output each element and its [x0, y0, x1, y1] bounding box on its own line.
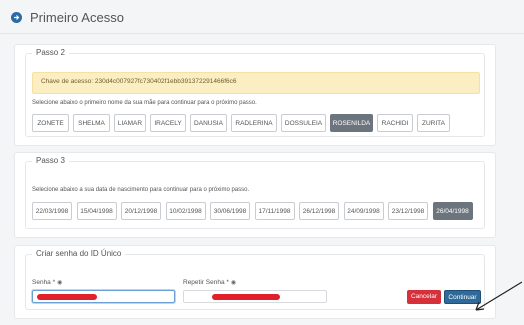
step2-legend: Passo 2: [32, 48, 69, 57]
repetir-senha-input[interactable]: [183, 290, 327, 303]
date-option[interactable]: 17/11/1998: [254, 202, 295, 220]
date-option[interactable]: 24/09/1998: [343, 202, 384, 220]
step2-fieldset: Passo 2 Chave de acesso: 230d4c007927fc7…: [25, 48, 485, 137]
senha-input[interactable]: [32, 290, 175, 303]
repetir-senha-label: Repetir Senha * ◉: [183, 279, 237, 286]
date-option[interactable]: 15/04/1998: [76, 202, 117, 220]
step2-hint: Selecione abaixo o primeiro nome da sua …: [32, 100, 257, 106]
step3-fieldset: Passo 3 Selecione abaixo a sua data de n…: [25, 156, 485, 229]
name-option[interactable]: RACHIDI: [377, 114, 413, 132]
date-option[interactable]: 23/12/1998: [388, 202, 428, 220]
arrow-right-circle-icon: [11, 12, 22, 23]
senha-label: Senha * ◉: [32, 279, 63, 286]
step3-hint: Selecione abaixo a sua data de nasciment…: [32, 187, 250, 193]
step2-panel: Passo 2 Chave de acesso: 230d4c007927fc7…: [14, 44, 496, 146]
access-key-text: Chave de acesso: 230d4c007927fc730402f1e…: [41, 78, 237, 85]
header-divider: [0, 33, 524, 34]
page-header: Primeiro Acesso: [0, 0, 524, 38]
page-title: Primeiro Acesso: [30, 10, 124, 25]
date-option[interactable]: 10/02/1998: [165, 202, 206, 220]
name-option[interactable]: DANUSIA: [190, 114, 227, 132]
password-panel: Criar senha do ID Único Senha * ◉ Repetir…: [14, 245, 496, 319]
step3-legend: Passo 3: [32, 156, 69, 165]
name-option[interactable]: SHELMA: [73, 114, 110, 132]
name-option[interactable]: ZURITA: [417, 114, 450, 132]
eye-icon[interactable]: ◉: [231, 280, 236, 286]
name-option[interactable]: RADLERINA: [231, 114, 277, 132]
access-key-alert: Chave de acesso: 230d4c007927fc730402f1e…: [32, 72, 480, 94]
password-fieldset: Criar senha do ID Único Senha * ◉ Repetir…: [25, 249, 485, 310]
name-option[interactable]: DOSSULEIA: [281, 114, 326, 132]
password-legend: Criar senha do ID Único: [32, 249, 126, 258]
date-option[interactable]: 26/04/1998: [432, 202, 473, 220]
name-option[interactable]: ZONETE: [32, 114, 69, 132]
step3-panel: Passo 3 Selecione abaixo a sua data de n…: [14, 152, 496, 238]
date-option[interactable]: 22/03/1998: [32, 202, 72, 220]
redacted-value: [212, 294, 280, 300]
pointer-arrow-icon: [475, 281, 523, 311]
redacted-value: [37, 294, 97, 300]
date-option[interactable]: 30/06/1998: [210, 202, 250, 220]
date-option[interactable]: 26/12/1998: [299, 202, 339, 220]
date-option[interactable]: 20/12/1998: [121, 202, 161, 220]
name-option[interactable]: IRACELY: [150, 114, 186, 132]
name-option[interactable]: ROSENILDA: [330, 114, 373, 132]
name-option[interactable]: LIAMAR: [114, 114, 146, 132]
eye-icon[interactable]: ◉: [57, 280, 62, 286]
cancel-button[interactable]: Cancelar: [407, 290, 441, 304]
